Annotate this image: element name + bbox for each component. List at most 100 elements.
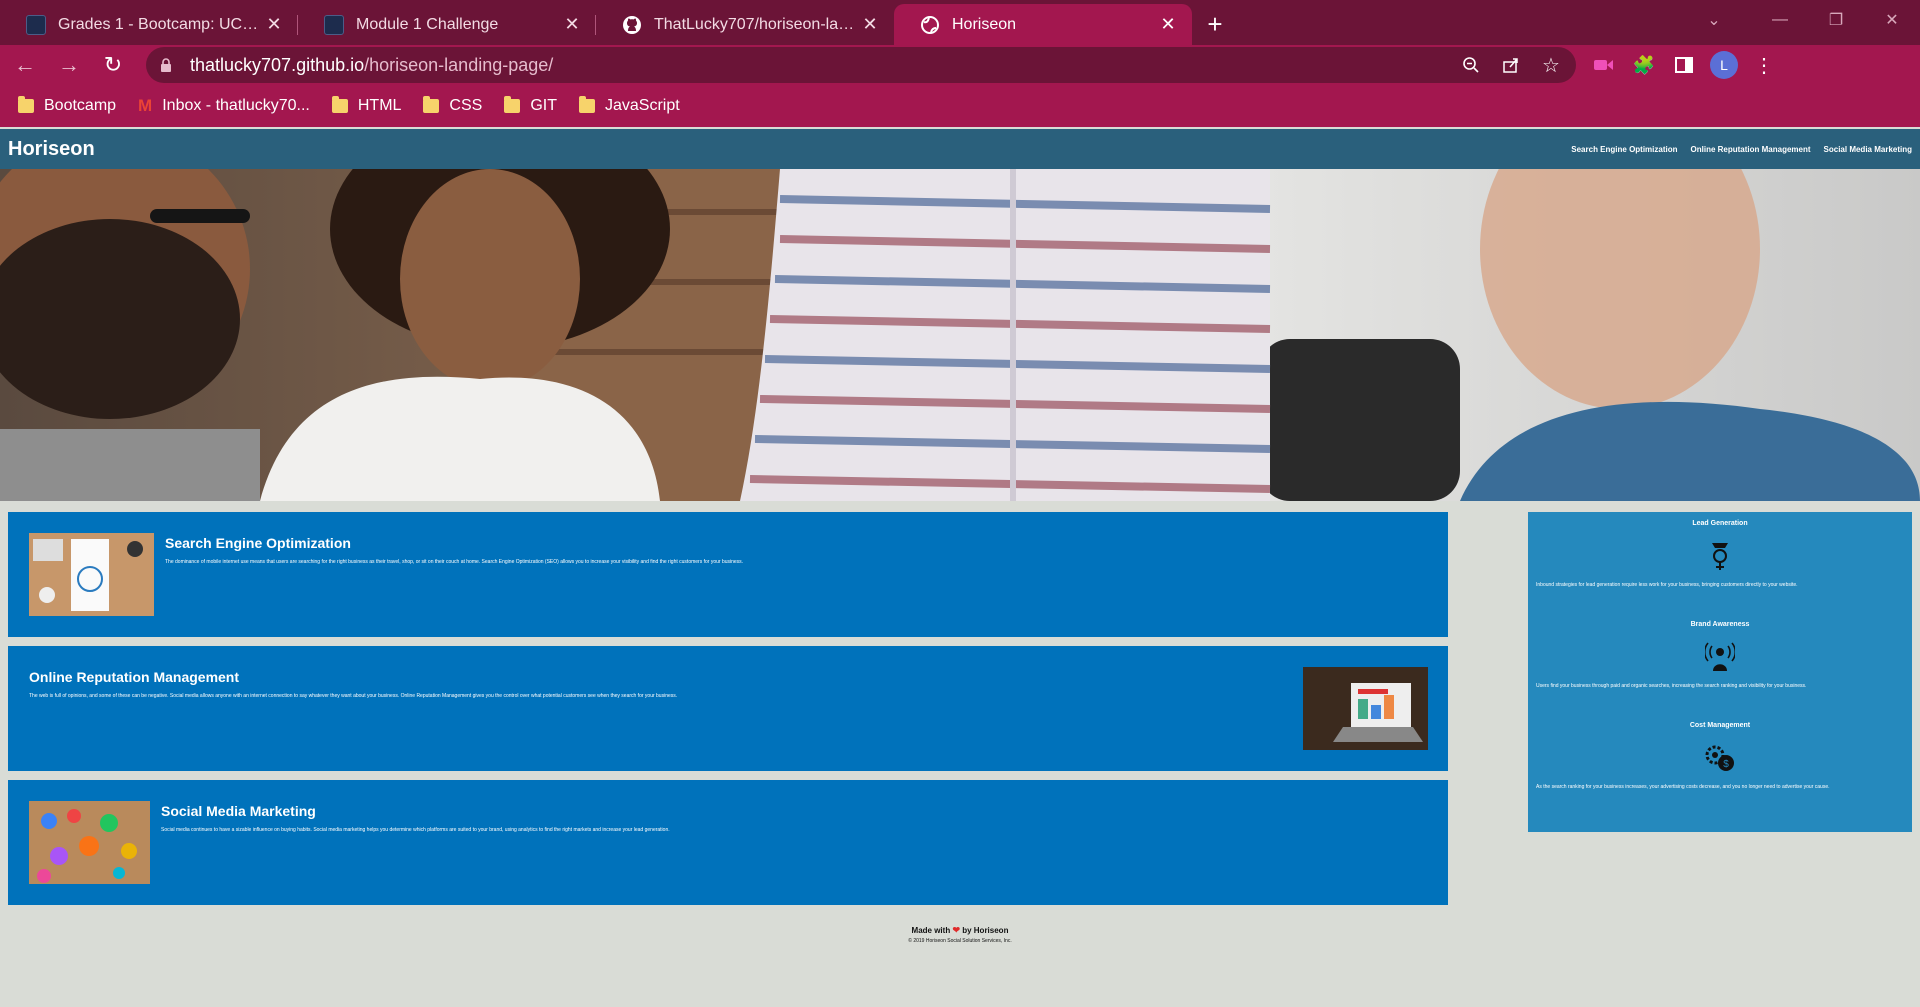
lock-icon[interactable] [160, 57, 174, 73]
tab-title: Module 1 Challenge [356, 15, 499, 33]
bookmark-label: Inbox - thatlucky70... [162, 97, 310, 114]
footer-made-suffix: by Horiseon [962, 926, 1009, 935]
forward-icon[interactable]: → [50, 46, 88, 84]
url-path: /horiseon-landing-page/ [364, 54, 554, 75]
site-header: Horiseon Search Engine Optimization Onli… [0, 129, 1920, 169]
bookmark-javascript[interactable]: JavaScript [579, 96, 680, 115]
extensions-area: 🧩 L ⋮ [1590, 51, 1778, 79]
bookmarks-bar: Bootcamp M Inbox - thatlucky70... HTML CS… [0, 85, 1920, 127]
menu-icon[interactable]: ⋮ [1750, 51, 1778, 79]
card-reputation: Online Reputation Management The web is … [8, 646, 1448, 771]
folder-icon [579, 96, 595, 113]
close-tab-icon[interactable]: ✕ [562, 14, 582, 35]
tab-title: Horiseon [952, 15, 1017, 33]
new-tab-button[interactable]: + [1192, 4, 1238, 45]
tab-title: ThatLucky707/horiseon-landing-page [654, 15, 860, 33]
site-logo[interactable]: Horiseon [8, 138, 95, 161]
benefit-cost: Cost Management $ As the search ranking … [1536, 722, 1904, 823]
card-social: Social Media Marketing Social media cont… [8, 780, 1448, 905]
bookmark-bootcamp[interactable]: Bootcamp [18, 96, 117, 115]
reputation-image [1303, 667, 1428, 750]
tab-github-repo[interactable]: ThatLucky707/horiseon-landing-page ✕ [596, 4, 894, 45]
close-tab-icon[interactable]: ✕ [860, 14, 880, 35]
tab-strip: Grades 1 - Bootcamp: UCSD-VIRT ✕ Module … [0, 0, 1920, 45]
card-text: Social media continues to have a sizable… [161, 827, 670, 833]
bookmark-star-icon[interactable]: ☆ [1538, 52, 1564, 78]
bookmark-label: JavaScript [605, 97, 680, 114]
folder-icon [504, 96, 521, 113]
github-icon [622, 15, 642, 35]
seo-image [29, 533, 154, 616]
svg-text:$: $ [1723, 759, 1729, 770]
nav-link-reputation[interactable]: Online Reputation Management [1691, 145, 1811, 154]
bootcamp-favicon-icon [324, 14, 344, 35]
window-controls: ⌄ — ❐ ✕ [1684, 0, 1920, 40]
card-title: Search Engine Optimization [165, 535, 351, 551]
footer-made-with: Made with ❤ by Horiseon [0, 925, 1920, 936]
screen-recorder-extension-icon[interactable] [1590, 51, 1618, 79]
bootcamp-favicon-icon [26, 14, 46, 35]
gmail-icon: M [138, 96, 153, 115]
folder-icon [331, 96, 348, 113]
benefit-lead: Lead Generation Inbound strategies for l… [1536, 520, 1904, 621]
folder-icon [423, 96, 440, 113]
url-host: thatlucky707.github.io [190, 54, 365, 75]
main-content: Search Engine Optimization The dominance… [8, 512, 1448, 914]
folder-icon [18, 96, 34, 113]
side-panel-icon[interactable] [1670, 51, 1698, 79]
cost-management-icon: $ [1536, 743, 1904, 773]
benefit-title: Cost Management [1689, 722, 1751, 729]
bookmark-label: HTML [357, 97, 402, 114]
nav-link-social[interactable]: Social Media Marketing [1824, 145, 1912, 154]
restore-icon[interactable]: ❐ [1808, 0, 1864, 40]
browser-toolbar: ← → ↻ thatlucky707.github.io/horiseon-la… [0, 45, 1920, 85]
footer-made-prefix: Made with [911, 926, 951, 935]
address-bar[interactable]: thatlucky707.github.io/horiseon-landing-… [146, 47, 1576, 83]
card-title: Online Reputation Management [29, 669, 240, 685]
bookmark-label: Bootcamp [44, 97, 117, 114]
reload-icon[interactable]: ↻ [94, 46, 132, 84]
share-icon[interactable] [1498, 52, 1524, 78]
benefit-title: Lead Generation [1692, 520, 1748, 527]
brand-awareness-icon [1536, 642, 1904, 672]
benefit-text: Users find your business through paid an… [1536, 683, 1807, 689]
tab-module-challenge[interactable]: Module 1 Challenge ✕ [298, 4, 596, 45]
tab-horiseon[interactable]: Horiseon ✕ [894, 4, 1192, 45]
benefit-text: As the search ranking for your business … [1536, 784, 1830, 790]
lead-generation-icon [1536, 541, 1904, 571]
benefit-title: Brand Awareness [1690, 621, 1750, 628]
footer-copyright: © 2019 Horiseon Social Solution Services… [908, 938, 1012, 944]
card-seo: Search Engine Optimization The dominance… [8, 512, 1448, 637]
puzzle-extensions-icon[interactable]: 🧩 [1630, 51, 1658, 79]
bookmark-css[interactable]: CSS [423, 96, 483, 115]
globe-icon [920, 15, 940, 35]
benefits-sidebar: Lead Generation Inbound strategies for l… [1528, 512, 1912, 832]
site-footer: Made with ❤ by Horiseon © 2019 Horiseon … [0, 925, 1920, 944]
minimize-icon[interactable]: — [1752, 0, 1808, 40]
card-text: The dominance of mobile internet use mea… [165, 559, 744, 565]
profile-avatar[interactable]: L [1710, 51, 1738, 79]
social-image [29, 801, 150, 884]
back-icon[interactable]: ← [6, 46, 44, 84]
bookmark-label: CSS [449, 97, 483, 114]
tab-title: Grades 1 - Bootcamp: UCSD-VIRT [58, 15, 264, 33]
hero-image [0, 169, 1920, 501]
bookmark-git[interactable]: GIT [504, 96, 557, 115]
close-window-icon[interactable]: ✕ [1864, 0, 1920, 40]
benefit-text: Inbound strategies for lead generation r… [1536, 582, 1798, 588]
card-text: The web is full of opinions, and some of… [29, 693, 678, 699]
benefit-brand: Brand Awareness Users find your business… [1536, 621, 1904, 722]
card-title: Social Media Marketing [161, 803, 316, 819]
heart-icon: ❤ [952, 925, 960, 935]
close-tab-icon[interactable]: ✕ [264, 14, 284, 35]
profile-initial: L [1710, 51, 1738, 79]
close-tab-icon[interactable]: ✕ [1158, 14, 1178, 35]
site-nav: Search Engine Optimization Online Reputa… [1571, 145, 1912, 154]
bookmark-gmail-inbox[interactable]: M Inbox - thatlucky70... [138, 96, 310, 116]
bookmark-html[interactable]: HTML [331, 96, 402, 115]
tab-grades[interactable]: Grades 1 - Bootcamp: UCSD-VIRT ✕ [0, 4, 298, 45]
nav-link-seo[interactable]: Search Engine Optimization [1571, 145, 1677, 154]
bookmark-label: GIT [530, 97, 557, 114]
tab-search-icon[interactable]: ⌄ [1684, 0, 1744, 40]
zoom-icon[interactable] [1458, 52, 1484, 78]
